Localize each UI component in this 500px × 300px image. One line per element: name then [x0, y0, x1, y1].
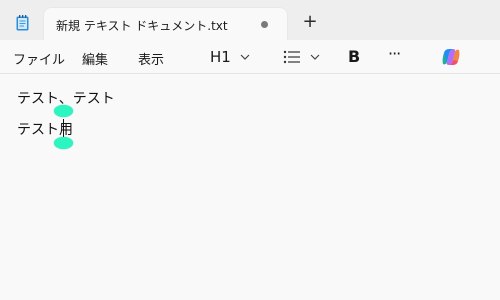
copilot-button[interactable] — [441, 47, 461, 67]
list-dropdown[interactable] — [283, 46, 321, 68]
copilot-icon — [442, 49, 460, 65]
more-options-button[interactable]: ··· — [388, 44, 401, 63]
tab-title: 新規 テキスト ドキュメント.txt — [56, 19, 228, 33]
menu-bar: ファイル 編集 表示 H1 B ··· — [0, 40, 500, 74]
notepad-icon[interactable] — [16, 15, 29, 31]
tab-strip: 新規 テキスト ドキュメント.txt + — [0, 0, 500, 40]
bold-button[interactable]: B — [348, 47, 360, 66]
text-caret — [63, 119, 64, 137]
chevron-down-icon — [310, 54, 320, 60]
selection-handle-end[interactable] — [54, 137, 73, 149]
heading-dropdown[interactable]: H1 — [210, 46, 251, 68]
heading-label: H1 — [210, 48, 231, 66]
menu-view[interactable]: 表示 — [138, 49, 164, 68]
text-editor[interactable]: テスト、テスト テスト用 — [0, 74, 500, 300]
new-tab-button[interactable]: + — [302, 13, 318, 31]
selection-handle-start[interactable] — [54, 105, 73, 117]
unsaved-dot-icon[interactable] — [261, 21, 268, 28]
text-line: テスト用 — [17, 122, 73, 138]
menu-edit[interactable]: 編集 — [82, 49, 108, 68]
chevron-down-icon — [240, 54, 250, 60]
notepad-window: 新規 テキスト ドキュメント.txt + ファイル 編集 表示 H1 B ···… — [0, 0, 500, 300]
menu-file[interactable]: ファイル — [13, 49, 65, 68]
document-tab[interactable]: 新規 テキスト ドキュメント.txt — [44, 8, 287, 40]
bulleted-list-icon — [283, 50, 300, 64]
